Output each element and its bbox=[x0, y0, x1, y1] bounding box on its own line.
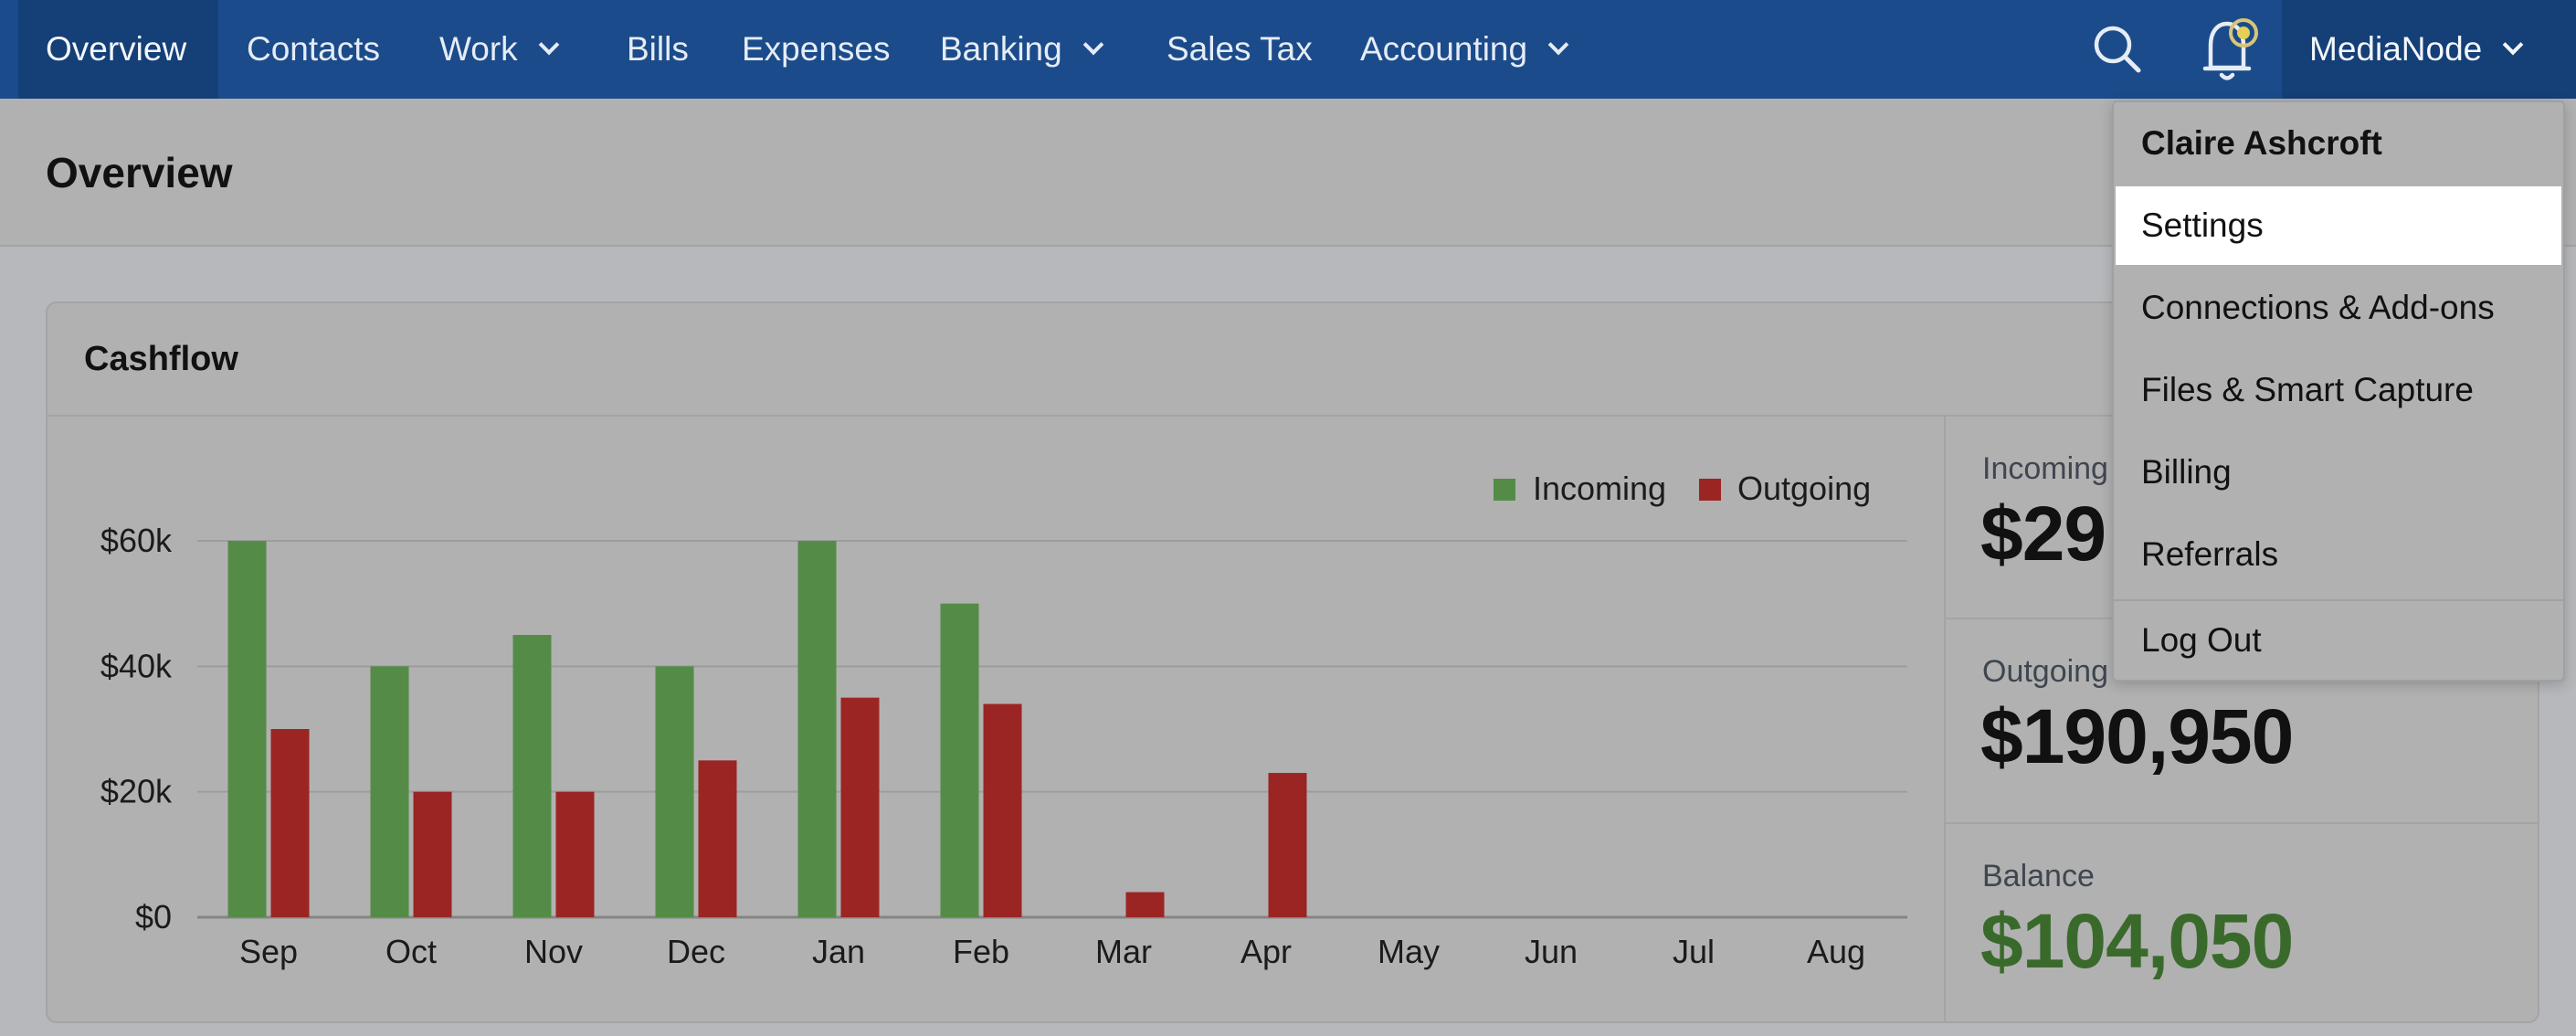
menu-item-label: Referrals bbox=[2141, 535, 2279, 573]
x-tick-label: Oct bbox=[385, 933, 437, 970]
cashflow-chart: $0 $20k $40k $60k Sep Oct Nov Dec Jan Feb Mar Apr Ma… bbox=[48, 417, 1944, 1021]
bar-incoming bbox=[797, 541, 837, 917]
menu-item-label: Log Out bbox=[2141, 621, 2262, 659]
menu-item-billing[interactable]: Billing bbox=[2116, 433, 2561, 512]
chevron-down-icon bbox=[2502, 34, 2524, 56]
dropdown-user-name: Claire Ashcroft bbox=[2141, 124, 2382, 162]
x-tick-label: Nov bbox=[524, 933, 583, 970]
chevron-down-icon bbox=[1547, 34, 1569, 56]
incoming-value: $29 bbox=[1980, 491, 2106, 576]
nav-contacts[interactable]: Contacts bbox=[247, 0, 380, 99]
cashflow-title: Cashflow bbox=[84, 340, 238, 378]
legend-label-outgoing: Outgoing bbox=[1737, 470, 1871, 507]
y-tick-label: $40k bbox=[100, 647, 173, 684]
nav-banking-label: Banking bbox=[940, 30, 1062, 68]
chevron-down-icon bbox=[538, 34, 559, 56]
nav-bills[interactable]: Bills bbox=[627, 0, 689, 99]
bar-incoming bbox=[512, 635, 552, 917]
bar-outgoing bbox=[413, 791, 452, 917]
bar-outgoing bbox=[555, 791, 595, 917]
nav-expenses-label: Expenses bbox=[742, 30, 891, 68]
outgoing-label: Outgoing bbox=[1982, 654, 2108, 689]
menu-item-settings[interactable]: Settings bbox=[2116, 186, 2561, 265]
nav-expenses[interactable]: Expenses bbox=[742, 0, 891, 99]
chevron-down-icon bbox=[1082, 34, 1104, 56]
bell-icon[interactable] bbox=[2200, 0, 2264, 99]
account-dropdown: Claire Ashcroft Settings Connections & A… bbox=[2112, 100, 2565, 682]
nav-overview[interactable]: Overview bbox=[18, 0, 218, 99]
x-tick-label: Sep bbox=[239, 933, 298, 970]
search-icon[interactable] bbox=[2092, 0, 2143, 99]
legend-swatch-incoming bbox=[1494, 479, 1515, 501]
nav-contacts-label: Contacts bbox=[247, 30, 381, 68]
x-tick-label: Jul bbox=[1673, 933, 1715, 970]
x-tick-label: Feb bbox=[953, 933, 1009, 970]
balance-label: Balance bbox=[1982, 859, 2095, 893]
y-tick-label: $0 bbox=[135, 898, 172, 936]
menu-item-label: Connections & Add-ons bbox=[2141, 289, 2495, 326]
nav-bills-label: Bills bbox=[627, 30, 689, 68]
nav-sales-tax-label: Sales Tax bbox=[1167, 30, 1313, 68]
bar-outgoing bbox=[1268, 773, 1307, 917]
incoming-label: Incoming bbox=[1982, 451, 2108, 486]
page-title: Overview bbox=[46, 149, 233, 196]
legend-swatch-outgoing bbox=[1699, 479, 1721, 501]
bar-outgoing bbox=[983, 703, 1022, 917]
cashflow-chart-svg: $0 $20k $40k $60k Sep Oct Nov Dec Jan Feb Mar Apr Ma… bbox=[100, 470, 1907, 970]
x-tick-label: May bbox=[1378, 933, 1440, 970]
menu-item-referrals[interactable]: Referrals bbox=[2116, 515, 2561, 594]
nav-accounting[interactable]: Accounting bbox=[1360, 0, 1569, 99]
nav-banking[interactable]: Banking bbox=[940, 0, 1104, 99]
balance-value: $104,050 bbox=[1980, 898, 2294, 984]
menu-item-files[interactable]: Files & Smart Capture bbox=[2116, 351, 2561, 429]
outgoing-value: $190,950 bbox=[1980, 693, 2294, 779]
nav-work[interactable]: Work bbox=[439, 0, 559, 99]
bar-outgoing bbox=[840, 697, 880, 917]
nav-overview-label: Overview bbox=[46, 30, 187, 68]
menu-item-label: Files & Smart Capture bbox=[2141, 371, 2474, 408]
y-tick-label: $20k bbox=[100, 773, 173, 810]
x-tick-label: Apr bbox=[1240, 933, 1292, 970]
bar-incoming bbox=[940, 603, 979, 917]
nav-work-label: Work bbox=[439, 30, 518, 68]
menu-item-label: Billing bbox=[2141, 453, 2232, 491]
bar-outgoing bbox=[270, 729, 310, 917]
balance-stat: Balance $104,050 bbox=[1946, 824, 2538, 1021]
x-tick-label: Aug bbox=[1807, 933, 1865, 970]
account-name: MediaNode bbox=[2309, 30, 2483, 68]
menu-item-label: Settings bbox=[2141, 206, 2264, 244]
bar-incoming bbox=[655, 666, 694, 917]
legend-label-incoming: Incoming bbox=[1533, 470, 1666, 507]
x-tick-label: Jun bbox=[1525, 933, 1578, 970]
bar-outgoing bbox=[698, 760, 737, 917]
x-tick-label: Mar bbox=[1095, 933, 1152, 970]
nav-accounting-label: Accounting bbox=[1360, 30, 1528, 68]
x-tick-label: Dec bbox=[667, 933, 725, 970]
bar-incoming bbox=[227, 541, 267, 917]
menu-item-connections[interactable]: Connections & Add-ons bbox=[2116, 269, 2561, 347]
account-menu-button[interactable]: MediaNode bbox=[2282, 0, 2576, 99]
top-navigation: Overview Contacts Work Bills Expenses Ba… bbox=[0, 0, 2576, 99]
bar-outgoing bbox=[1125, 892, 1165, 917]
x-tick-label: Jan bbox=[812, 933, 865, 970]
bar-incoming bbox=[370, 666, 409, 917]
menu-item-log-out[interactable]: Log Out bbox=[2116, 601, 2561, 680]
y-tick-label: $60k bbox=[100, 522, 173, 559]
nav-sales-tax[interactable]: Sales Tax bbox=[1167, 0, 1313, 99]
